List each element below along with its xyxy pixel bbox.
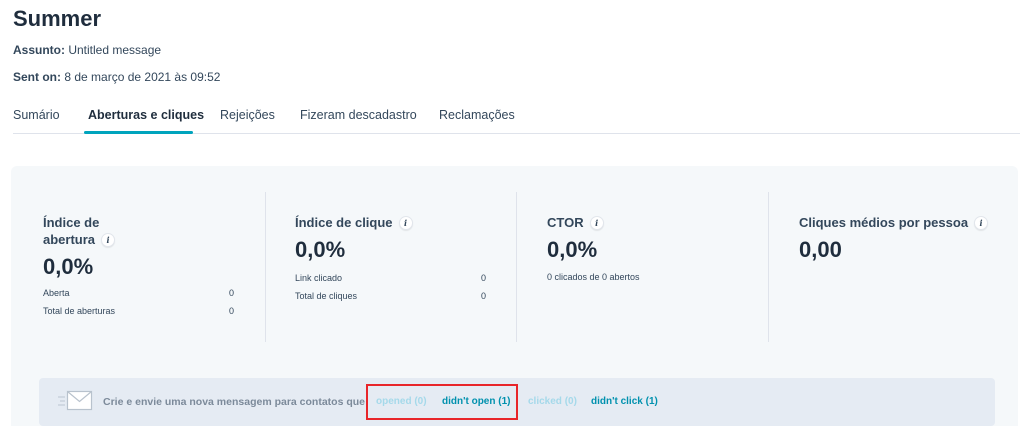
info-icon[interactable]: i — [974, 216, 989, 230]
open-rate-value: 0,0% — [43, 254, 94, 279]
ctor-label-text: CTOR — [547, 215, 584, 230]
tab-unsubscribes[interactable]: Fizeram descadastro — [300, 108, 417, 122]
subject-label: Assunto: — [13, 43, 65, 57]
subject-value: Untitled message — [68, 43, 162, 57]
metric-row-label: Aberta — [43, 288, 70, 298]
metric-divider — [265, 192, 266, 342]
info-icon[interactable]: i — [101, 233, 116, 247]
tab-bounces[interactable]: Rejeições — [220, 108, 275, 122]
avg-clicks-label: Cliques médios por pessoa i — [799, 214, 999, 231]
clicked-link: clicked (0) — [528, 396, 577, 407]
ctor-label: CTOR i — [547, 214, 747, 231]
metric-row: Aberta 0 — [43, 284, 234, 302]
envelope-icon — [58, 388, 94, 419]
metric-row-value: 0 — [480, 273, 486, 283]
avg-clicks-card: Cliques médios por pessoa i 0,00 — [799, 214, 999, 334]
tab-complaints[interactable]: Reclamações — [439, 108, 515, 122]
avg-clicks-label-text: Cliques médios por pessoa — [799, 215, 969, 230]
click-rate-value: 0,0% — [295, 237, 346, 262]
tab-summary[interactable]: Sumário — [13, 108, 60, 122]
metric-row-value: 0 — [480, 291, 486, 301]
sent-on-label: Sent on: — [13, 70, 61, 84]
click-rate-label: Índice de clique i — [295, 214, 486, 231]
metric-row-label: Link clicado — [295, 273, 343, 283]
subject-line: Assunto: Untitled message — [13, 43, 161, 57]
page-title: Summer — [13, 6, 102, 31]
banner-text: Crie e envie uma nova mensagem para cont… — [103, 396, 369, 408]
metric-row: Total de aberturas 0 — [43, 302, 234, 320]
open-rate-label: Índice de abertura i — [43, 214, 234, 248]
metric-divider — [516, 192, 517, 342]
ctor-subtext: 0 clicados de 0 abertos — [547, 272, 640, 282]
open-rate-label-line1: Índice de — [43, 215, 100, 230]
active-tab-indicator — [84, 131, 193, 134]
sent-on-value: 8 de março de 2021 às 09:52 — [64, 70, 221, 84]
metric-row-label: Total de cliques — [295, 291, 358, 301]
metric-row-label: Total de aberturas — [43, 306, 116, 316]
avg-clicks-value: 0,00 — [799, 237, 842, 262]
click-rate-card: Índice de clique i 0,0% Link clicado 0 To… — [295, 214, 486, 334]
metric-row: Link clicado 0 — [295, 269, 486, 287]
metric-row-value: 0 — [228, 288, 234, 298]
open-rate-card: Índice de abertura i 0,0% Aberta 0 Total … — [43, 214, 234, 334]
sent-on-line: Sent on: 8 de março de 2021 às 09:52 — [13, 70, 220, 84]
highlight-box — [366, 384, 518, 420]
open-rate-label-line2: abertura — [43, 232, 96, 247]
info-icon[interactable]: i — [589, 216, 604, 230]
metric-row: Total de cliques 0 — [295, 287, 486, 305]
tab-opens-and-clicks[interactable]: Aberturas e cliques — [88, 108, 204, 122]
metric-row-value: 0 — [228, 306, 234, 316]
info-icon[interactable]: i — [398, 216, 413, 230]
ctor-card: CTOR i 0,0% 0 clicados de 0 abertos — [547, 214, 747, 334]
ctor-value: 0,0% — [547, 237, 598, 262]
didnt-click-link[interactable]: didn't click (1) — [591, 396, 658, 407]
metric-divider — [768, 192, 769, 342]
click-rate-label-text: Índice de clique — [295, 215, 393, 230]
tab-bar: Sumário Aberturas e cliques Rejeições Fi… — [13, 106, 1020, 134]
